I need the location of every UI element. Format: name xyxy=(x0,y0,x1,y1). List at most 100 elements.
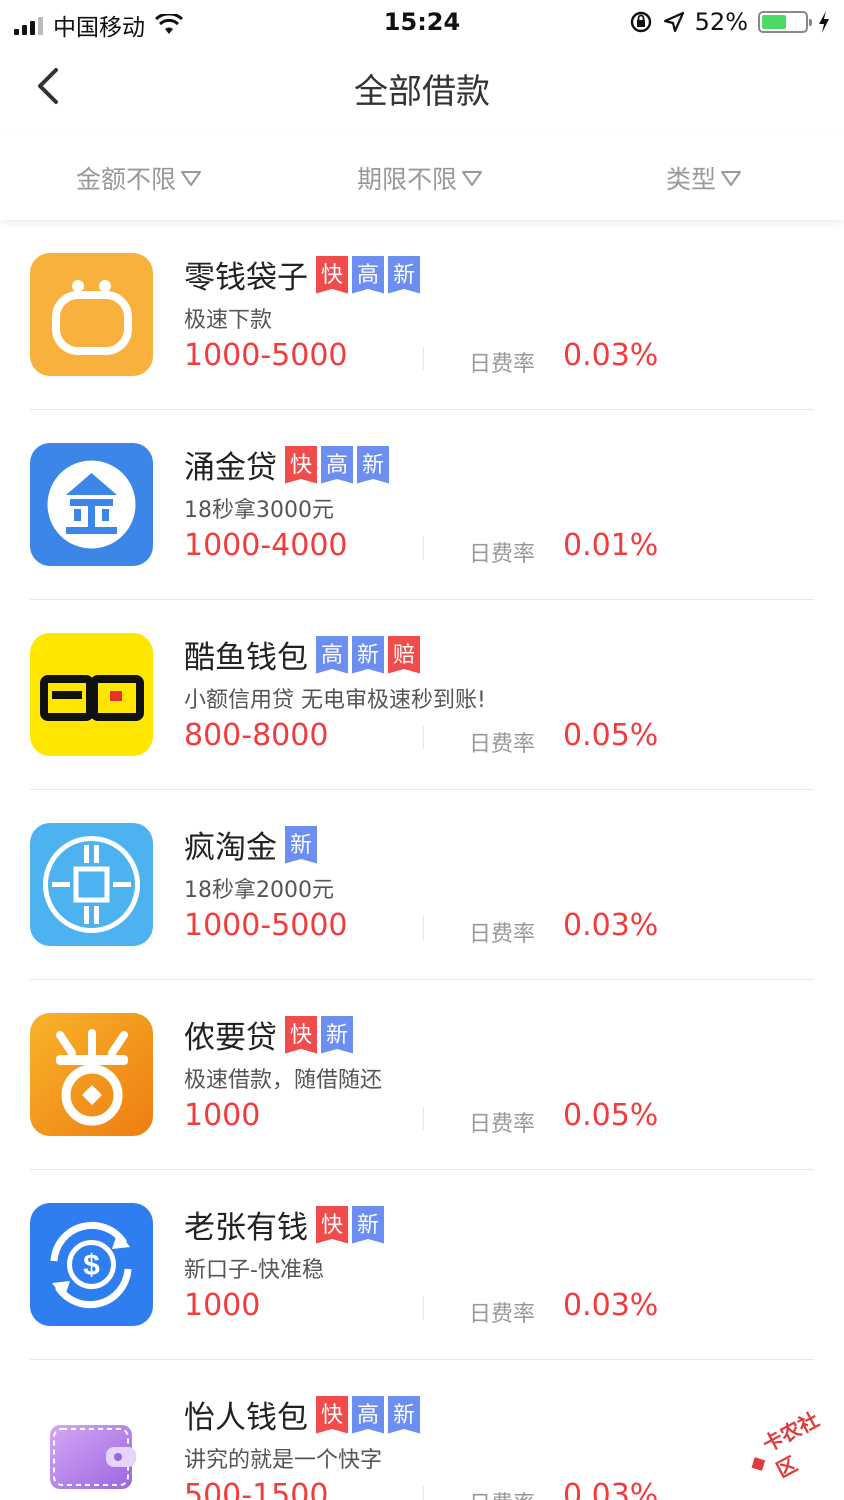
loan-desc: 18秒拿2000元 xyxy=(184,878,334,903)
list-item[interactable]: $ 老张有钱 快 新 新口子-快准稳 1000 日费率 0.03% xyxy=(0,1170,844,1360)
list-item[interactable]: 涌金贷 快 高 新 18秒拿3000元 1000-4000 日费率 0.01% xyxy=(0,410,844,600)
filter-label: 期限不限 xyxy=(357,165,458,194)
rate-label: 日费率 xyxy=(469,1112,536,1137)
name-row: 零钱袋子 快 高 新 xyxy=(184,252,424,297)
list-item[interactable]: 疯淘金 新 18秒拿2000元 1000-5000 日费率 0.03% xyxy=(0,790,844,980)
tag-new: 新 xyxy=(357,445,389,484)
loan-list: 零钱袋子 快 高 新 极速下款 1000-5000 日费率 0.03% 涌金贷 xyxy=(0,220,844,1500)
list-item[interactable]: 零钱袋子 快 高 新 极速下款 1000-5000 日费率 0.03% xyxy=(0,220,844,410)
nav-bar: 全部借款 xyxy=(0,44,844,130)
divider-vertical xyxy=(423,536,424,560)
tag-compensate: 赔 xyxy=(388,635,420,674)
gold-coin-icon xyxy=(30,443,153,566)
name-row: 疯淘金 新 xyxy=(184,822,321,867)
divider-vertical xyxy=(423,1106,424,1130)
purse-icon xyxy=(30,253,153,376)
rate-label: 日费率 xyxy=(469,1302,536,1327)
list-item[interactable]: 怡人钱包 快 高 新 讲究的就是一个快字 500-1500 日费率 0.03% xyxy=(0,1360,844,1500)
loan-name: 酷鱼钱包 xyxy=(184,640,308,676)
svg-text:$: $ xyxy=(83,1249,100,1282)
triangle-down-icon xyxy=(721,171,742,186)
loan-desc: 极速借款，随借随还 xyxy=(184,1068,383,1093)
divider-vertical xyxy=(423,346,424,370)
rate-label: 日费率 xyxy=(469,352,536,377)
tag-new: 新 xyxy=(352,1205,384,1244)
location-icon xyxy=(663,11,684,33)
orientation-lock-icon xyxy=(630,11,651,33)
loan-amount: 1000-5000 xyxy=(184,908,348,943)
tag-new: 新 xyxy=(388,255,420,294)
status-right: 52% xyxy=(629,8,830,36)
filter-type[interactable]: 类型 xyxy=(666,160,742,196)
triangle-down-icon xyxy=(181,171,202,186)
tag-fast: 快 xyxy=(316,1205,348,1244)
tag-new: 新 xyxy=(321,1015,353,1054)
filter-label: 类型 xyxy=(666,165,717,194)
divider-vertical xyxy=(423,1296,424,1320)
name-row: 涌金贷 快 高 新 xyxy=(184,442,393,487)
rate-label: 日费率 xyxy=(469,732,536,757)
battery-icon xyxy=(758,11,812,33)
dai-char-icon xyxy=(30,1013,153,1136)
tag-high: 高 xyxy=(352,255,384,294)
loan-desc: 新口子-快准稳 xyxy=(184,1258,324,1283)
loan-rate: 0.03% xyxy=(563,908,659,943)
loan-name: 疯淘金 xyxy=(184,830,277,866)
status-bar: 中国移动 15:24 52% xyxy=(0,0,844,44)
page-title: 全部借款 xyxy=(354,72,490,112)
rate-label: 日费率 xyxy=(469,1486,535,1500)
coin-circle-icon xyxy=(30,823,153,946)
rate-label: 日费率 xyxy=(469,542,536,567)
tag-high: 高 xyxy=(352,1395,384,1434)
tag-new: 新 xyxy=(352,635,384,674)
loan-name: 怡人钱包 xyxy=(184,1400,308,1436)
charging-icon xyxy=(819,11,829,33)
loan-rate: 0.05% xyxy=(563,1098,659,1133)
loan-amount: 1000-5000 xyxy=(184,338,348,373)
loan-amount: 1000 xyxy=(184,1288,261,1323)
name-row: 酷鱼钱包 高 新 赔 xyxy=(184,632,424,677)
list-item[interactable]: 酷鱼钱包 高 新 赔 小额信用贷 无电审极速秒到账! 800-8000 日费率 … xyxy=(0,600,844,790)
tag-new: 新 xyxy=(388,1395,420,1434)
loan-name: 零钱袋子 xyxy=(184,260,308,296)
tag-high: 高 xyxy=(321,445,353,484)
tag-fast: 快 xyxy=(316,255,348,294)
loan-name: 老张有钱 xyxy=(184,1210,308,1246)
battery-percent: 52% xyxy=(694,8,748,36)
filter-label: 金额不限 xyxy=(76,165,177,194)
loan-amount: 1000 xyxy=(184,1098,261,1133)
dollar-cycle-icon: $ xyxy=(30,1203,153,1326)
tag-fast: 快 xyxy=(285,445,317,484)
loan-rate: 0.03% xyxy=(563,338,659,373)
name-row: 怡人钱包 快 高 新 xyxy=(184,1392,424,1437)
loan-name: 侬要贷 xyxy=(184,1020,277,1056)
triangle-down-icon xyxy=(462,171,483,186)
name-row: 老张有钱 快 新 xyxy=(184,1202,388,1247)
wallet-icon xyxy=(30,1393,153,1500)
filter-bar: 金额不限 期限不限 类型 xyxy=(0,130,844,220)
tag-fast: 快 xyxy=(316,1395,348,1434)
loan-amount: 800-8000 xyxy=(184,718,329,753)
filter-amount[interactable]: 金额不限 xyxy=(76,160,202,196)
loan-desc: 小额信用贷 无电审极速秒到账! xyxy=(184,688,486,713)
loan-rate: 0.03% xyxy=(563,1288,659,1323)
loan-desc: 极速下款 xyxy=(184,308,273,333)
loan-amount: 500-1500 xyxy=(184,1478,329,1500)
filter-term[interactable]: 期限不限 xyxy=(357,160,483,196)
rate-label: 日费率 xyxy=(469,922,536,947)
loan-desc: 讲究的就是一个快字 xyxy=(184,1448,383,1473)
list-item[interactable]: 侬要贷 快 新 极速借款，随借随还 1000 日费率 0.05% xyxy=(0,980,844,1170)
loan-rate: 0.03% xyxy=(563,1478,659,1500)
loan-desc: 18秒拿3000元 xyxy=(184,498,334,523)
divider-vertical xyxy=(423,726,424,750)
loan-amount: 1000-4000 xyxy=(184,528,348,563)
tag-fast: 快 xyxy=(285,1015,317,1054)
loan-name: 涌金贷 xyxy=(184,450,277,486)
kuyu-logo-icon xyxy=(30,633,153,756)
name-row: 侬要贷 快 新 xyxy=(184,1012,357,1057)
loan-rate: 0.01% xyxy=(563,528,659,563)
divider-vertical xyxy=(423,1486,424,1500)
loan-rate: 0.05% xyxy=(563,718,659,753)
divider-vertical xyxy=(423,916,424,940)
tag-high: 高 xyxy=(316,635,348,674)
